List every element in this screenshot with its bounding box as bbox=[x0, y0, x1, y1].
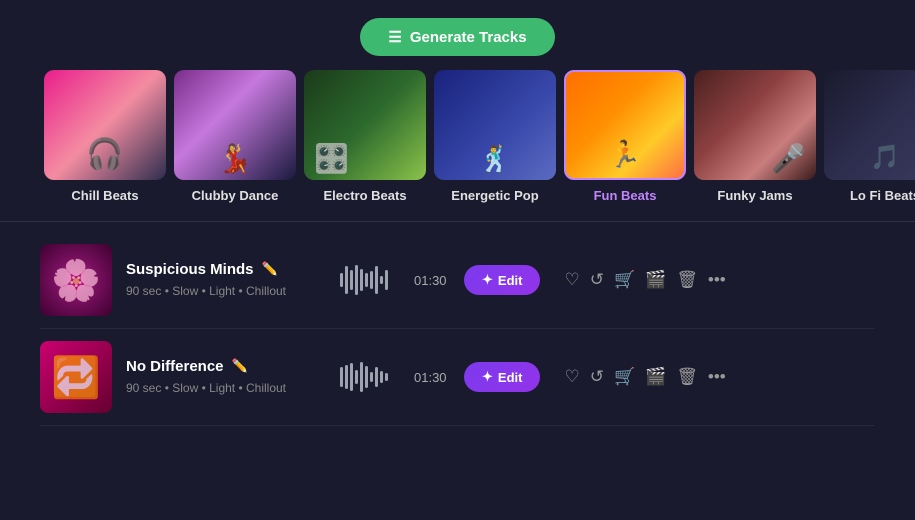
wave-bar bbox=[380, 276, 383, 284]
wave-bar bbox=[345, 365, 348, 389]
wave-bar bbox=[385, 373, 388, 381]
delete-button-suspicious[interactable]: 🗑 bbox=[676, 270, 698, 290]
genre-card-funky-jams[interactable]: 🎤 Funky Jams bbox=[690, 70, 820, 203]
genre-img-clubby: 💃 bbox=[174, 70, 296, 180]
track-meta-suspicious: 90 sec • Slow • Light • Chillout bbox=[126, 284, 286, 298]
track-rename-icon-suspicious[interactable]: ✏️ bbox=[262, 261, 278, 277]
wave-bar bbox=[345, 266, 348, 294]
track-title-nodiff: No Difference bbox=[126, 358, 224, 375]
delete-button-nodiff[interactable]: 🗑 bbox=[676, 367, 698, 387]
wave-bar bbox=[355, 265, 358, 295]
genre-label-energetic: Energetic Pop bbox=[451, 188, 538, 203]
wave-bar bbox=[340, 367, 343, 387]
sparkle-icon-2: ✦ bbox=[482, 369, 493, 385]
genre-label-lofi: Lo Fi Beats bbox=[850, 188, 915, 203]
wave-bar bbox=[375, 367, 378, 387]
spiral-icon: 🔁 bbox=[40, 341, 112, 413]
wave-bar bbox=[370, 271, 373, 289]
track-title-row-nodiff: No Difference ✏️ bbox=[126, 358, 326, 375]
genre-card-electro-beats[interactable]: 🎛️ Electro Beats bbox=[300, 70, 430, 203]
regenerate-button-suspicious[interactable]: ↺ bbox=[590, 270, 604, 290]
wave-bar bbox=[340, 273, 343, 287]
genre-card-clubby-dance[interactable]: 💃 Clubby Dance bbox=[170, 70, 300, 203]
more-button-nodiff[interactable]: ••• bbox=[708, 367, 726, 387]
genre-card-lofi-beats[interactable]: 🎵 Lo Fi Beats bbox=[820, 70, 915, 203]
generate-tracks-label: Generate Tracks bbox=[410, 29, 527, 46]
wave-bar bbox=[385, 270, 388, 290]
regenerate-button-nodiff[interactable]: ↺ bbox=[590, 367, 604, 387]
singer-figure: 🎤 bbox=[771, 142, 806, 175]
wave-bar bbox=[365, 366, 368, 388]
genre-img-energetic: 🕺 bbox=[434, 70, 556, 180]
track-actions-nodiff: ♡ ↺ 🛒 🎬 🗑 ••• bbox=[564, 367, 725, 387]
track-actions-suspicious: ♡ ↺ 🛒 🎬 🗑 ••• bbox=[564, 270, 725, 290]
waveform-nodiff bbox=[340, 361, 400, 393]
track-list: 🌸 Suspicious Minds ✏️ 90 sec • Slow • Li… bbox=[0, 232, 915, 426]
video-button-nodiff[interactable]: 🎬 bbox=[645, 367, 666, 387]
genre-label-funbeats: Fun Beats bbox=[594, 188, 657, 203]
wave-bar bbox=[360, 269, 363, 291]
header: ☰ Generate Tracks bbox=[0, 0, 915, 70]
edit-label: Edit bbox=[498, 273, 523, 288]
generate-tracks-button[interactable]: ☰ Generate Tracks bbox=[360, 18, 554, 56]
genre-label-electro: Electro Beats bbox=[323, 188, 406, 203]
genre-card-energetic-pop[interactable]: 🕺 Energetic Pop bbox=[430, 70, 560, 203]
genre-carousel: 🎧 Chill Beats 💃 Clubby Dance 🎛️ Electro … bbox=[0, 70, 915, 203]
video-button-suspicious[interactable]: 🎬 bbox=[645, 270, 666, 290]
genre-img-chill: 🎧 bbox=[44, 70, 166, 180]
wave-bar bbox=[365, 273, 368, 287]
edit-track-button-suspicious[interactable]: ✦ Edit bbox=[464, 265, 540, 295]
wave-bar bbox=[380, 371, 383, 383]
wave-bar bbox=[360, 362, 363, 392]
genre-card-chill-beats[interactable]: 🎧 Chill Beats bbox=[40, 70, 170, 203]
genre-img-lofi: 🎵 bbox=[824, 70, 915, 180]
genre-label-clubby: Clubby Dance bbox=[192, 188, 279, 203]
track-thumb-nodiff: 🔁 bbox=[40, 341, 112, 413]
like-button-nodiff[interactable]: ♡ bbox=[564, 367, 579, 387]
track-duration-nodiff: 01:30 bbox=[414, 370, 450, 385]
track-info-nodiff: No Difference ✏️ 90 sec • Slow • Light •… bbox=[126, 358, 326, 397]
track-title-row: Suspicious Minds ✏️ bbox=[126, 261, 326, 278]
wave-bar bbox=[350, 363, 353, 391]
wave-bar bbox=[370, 372, 373, 382]
dj-figure: 🎛️ bbox=[314, 142, 349, 175]
section-divider bbox=[0, 221, 915, 222]
cart-button-nodiff[interactable]: 🛒 bbox=[614, 367, 635, 387]
mandala-icon: 🌸 bbox=[40, 244, 112, 316]
like-button-suspicious[interactable]: ♡ bbox=[564, 270, 579, 290]
wave-bar bbox=[350, 270, 353, 290]
edit-label-2: Edit bbox=[498, 370, 523, 385]
track-item-no-difference: 🔁 No Difference ✏️ 90 sec • Slow • Light… bbox=[40, 329, 875, 426]
track-thumb-suspicious: 🌸 bbox=[40, 244, 112, 316]
genre-label-funky: Funky Jams bbox=[717, 188, 792, 203]
track-item-suspicious-minds: 🌸 Suspicious Minds ✏️ 90 sec • Slow • Li… bbox=[40, 232, 875, 329]
track-rename-icon-nodiff[interactable]: ✏️ bbox=[232, 358, 248, 374]
track-duration-suspicious: 01:30 bbox=[414, 273, 450, 288]
genre-img-electro: 🎛️ bbox=[304, 70, 426, 180]
track-info-suspicious: Suspicious Minds ✏️ 90 sec • Slow • Ligh… bbox=[126, 261, 326, 300]
genre-label-chill: Chill Beats bbox=[71, 188, 138, 203]
wave-bar bbox=[355, 370, 358, 384]
genre-img-funbeats: 🏃 bbox=[564, 70, 686, 180]
wave-bar bbox=[375, 266, 378, 294]
genre-card-fun-beats[interactable]: 🏃 Fun Beats bbox=[560, 70, 690, 203]
genre-img-funky: 🎤 bbox=[694, 70, 816, 180]
list-icon: ☰ bbox=[388, 28, 401, 46]
sparkle-icon: ✦ bbox=[482, 272, 493, 288]
track-title-suspicious: Suspicious Minds bbox=[126, 261, 254, 278]
more-button-suspicious[interactable]: ••• bbox=[708, 270, 726, 290]
cart-button-suspicious[interactable]: 🛒 bbox=[614, 270, 635, 290]
edit-track-button-nodiff[interactable]: ✦ Edit bbox=[464, 362, 540, 392]
waveform-suspicious bbox=[340, 264, 400, 296]
track-meta-nodiff: 90 sec • Slow • Light • Chillout bbox=[126, 381, 286, 395]
